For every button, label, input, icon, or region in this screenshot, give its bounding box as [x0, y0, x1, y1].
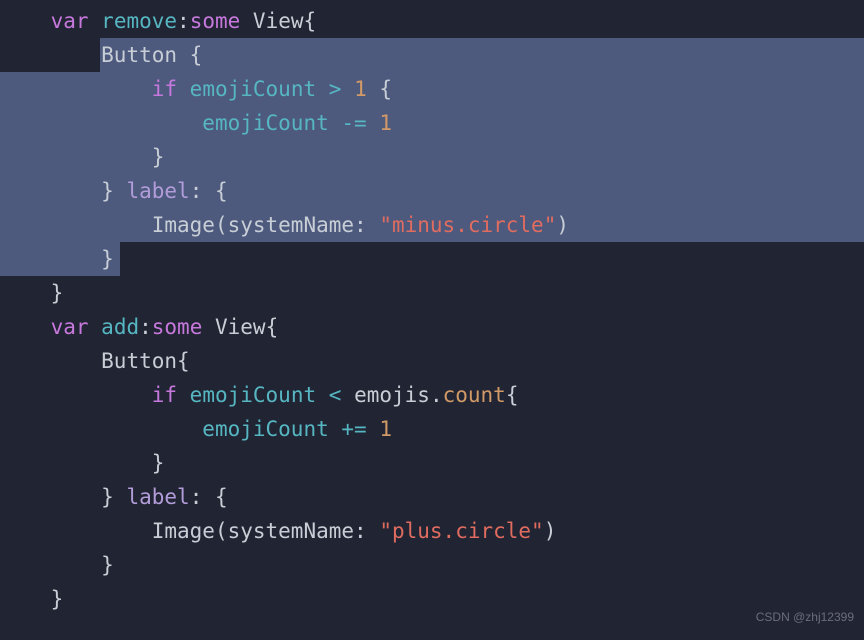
code-line: } — [0, 242, 864, 276]
code-line: Image(systemName: "minus.circle") — [0, 208, 864, 242]
code-line: } — [0, 276, 864, 310]
code-block: var remove:some View{ Button { if emojiC… — [0, 0, 864, 616]
watermark-text: CSDN @zhj12399 — [756, 600, 854, 634]
code-line: Button{ — [0, 344, 864, 378]
code-line: Button { — [0, 38, 864, 72]
code-line: Image(systemName: "plus.circle") — [0, 514, 864, 548]
code-line: emojiCount -= 1 — [0, 106, 864, 140]
code-line: } — [0, 548, 864, 582]
code-line: } label: { — [0, 174, 864, 208]
code-line: } label: { — [0, 480, 864, 514]
code-line: var add:some View{ — [0, 310, 864, 344]
code-line: if emojiCount < emojis.count{ — [0, 378, 864, 412]
code-line: if emojiCount > 1 { — [0, 72, 864, 106]
code-line: } — [0, 140, 864, 174]
code-line: var remove:some View{ — [0, 4, 864, 38]
code-line: emojiCount += 1 — [0, 412, 864, 446]
code-line: } — [0, 446, 864, 480]
code-line: } — [0, 582, 864, 616]
